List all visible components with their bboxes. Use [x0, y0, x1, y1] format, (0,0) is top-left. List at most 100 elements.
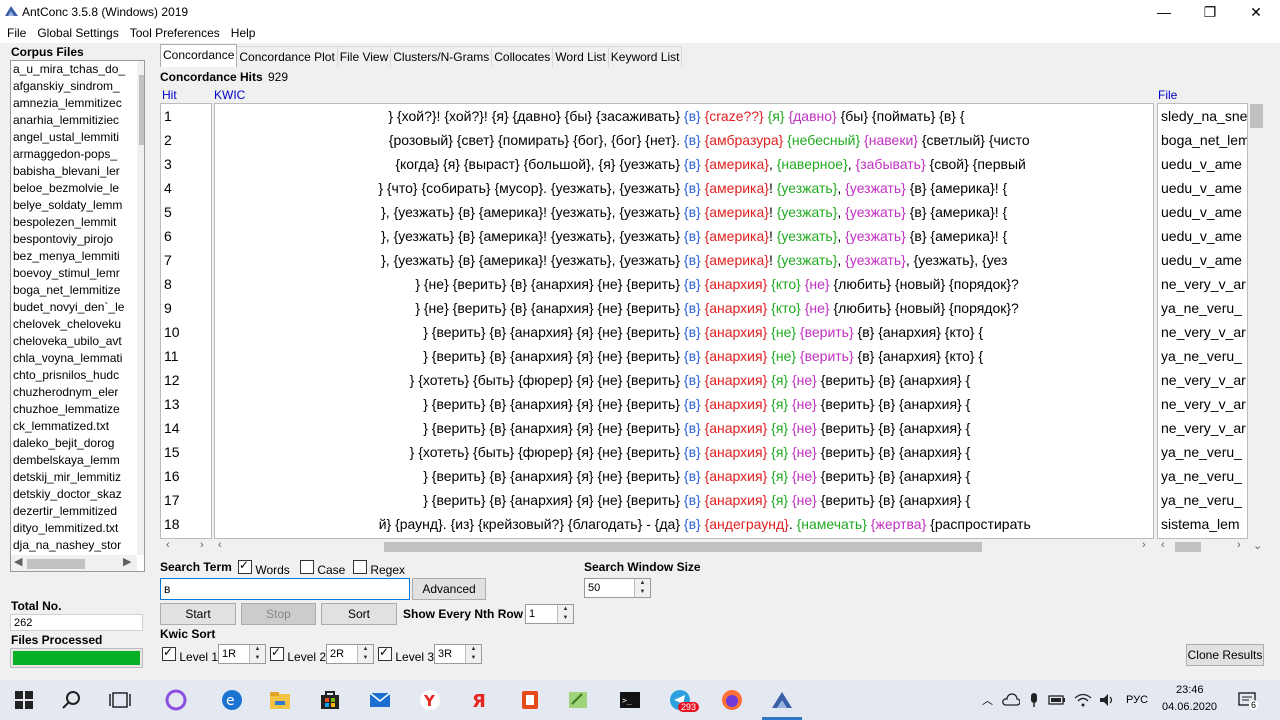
scroll-down-icon[interactable]: ⌄	[1253, 539, 1262, 552]
corpus-file-item[interactable]: bespontoviy_pirojo	[11, 231, 128, 248]
tab-clusters-n-grams[interactable]: Clusters/N-Grams	[390, 46, 493, 67]
scroll-left-icon[interactable]: ◀	[14, 555, 22, 568]
file-column-header[interactable]: File	[1158, 88, 1177, 102]
spinner-arrows-icon[interactable]: ▲ ▼	[249, 645, 265, 663]
nth-row-spinner[interactable]: 1 ▲ ▼	[525, 604, 574, 624]
menu-tool-preferences[interactable]: Tool Preferences	[126, 24, 224, 40]
kwic-line[interactable]: } {верить} {в} {анархия} {я} {не} {верит…	[215, 344, 1153, 368]
close-button[interactable]: ✕	[1233, 0, 1279, 24]
start-button[interactable]: Start	[160, 603, 236, 625]
corpus-file-item[interactable]: bespolezen_lemmit	[11, 214, 128, 231]
level-1-spinner[interactable]: 1R ▲ ▼	[218, 644, 266, 664]
scroll-right-icon[interactable]: ›	[1142, 539, 1146, 551]
tab-file-view[interactable]: File View	[336, 46, 392, 67]
menu-file[interactable]: File	[3, 24, 30, 40]
notepad-plus-icon[interactable]	[566, 688, 590, 712]
hit-column[interactable]: 1 2 3 4 5 6 7 8 9 10 11 12 13 14 15 16 17 18	[160, 103, 212, 539]
sort-button[interactable]: Sort	[321, 603, 397, 625]
corpus-file-item[interactable]: anarhia_lemmitiziec	[11, 112, 128, 129]
corpus-file-item[interactable]: ck_lemmatized.txt	[11, 418, 128, 435]
regex-option[interactable]: Regex	[353, 560, 405, 577]
office-icon[interactable]	[518, 688, 542, 712]
menu-global-settings[interactable]: Global Settings	[33, 24, 122, 40]
kwic-line[interactable]: } {верить} {в} {анархия} {я} {не} {верит…	[215, 392, 1153, 416]
file-hscroll-thumb[interactable]	[1175, 542, 1201, 552]
corpus-file-item[interactable]: dezertir_lemmitized	[11, 503, 128, 520]
tab-keyword-list[interactable]: Keyword List	[607, 46, 683, 67]
microphone-icon[interactable]	[1028, 692, 1040, 708]
tab-collocates[interactable]: Collocates	[491, 46, 554, 67]
corpus-file-item[interactable]: afganskiy_sindrom_	[11, 78, 128, 95]
corpus-file-item[interactable]: babisha_blevani_ler	[11, 163, 128, 180]
corpus-file-item[interactable]: boga_net_lemmitize	[11, 282, 128, 299]
stop-button[interactable]: Stop	[241, 603, 316, 625]
corpus-file-item[interactable]: detskij_mir_lemmitiz	[11, 469, 128, 486]
level-2-spinner[interactable]: 2R ▲ ▼	[326, 644, 374, 664]
mail-icon[interactable]	[368, 688, 392, 712]
kwic-line[interactable]: } {верить} {в} {анархия} {я} {не} {верит…	[215, 320, 1153, 344]
kwic-line[interactable]: {когда} {я} {выраст} {большой}, {я} {уез…	[215, 152, 1153, 176]
corpus-file-item[interactable]: armaggedon-pops_	[11, 146, 128, 163]
scroll-left-icon[interactable]: ‹	[1161, 539, 1165, 551]
corpus-file-item[interactable]: boevoy_stimul_lemr	[11, 265, 128, 282]
regex-checkbox[interactable]	[353, 560, 367, 574]
level-2-option[interactable]: Level 2	[270, 645, 326, 664]
concordance-vscrollbar[interactable]	[1248, 103, 1265, 539]
yandex-icon[interactable]: Я	[468, 688, 492, 712]
corpus-file-item[interactable]: cheloveka_ubilo_avt	[11, 333, 128, 350]
language-indicator[interactable]: РУС	[1126, 694, 1148, 706]
clone-results-button[interactable]: Clone Results	[1186, 644, 1264, 666]
file-column[interactable]: sledy_na_sne boga_net_lem uedu_v_ame uedu_v…	[1157, 103, 1248, 539]
advanced-button[interactable]: Advanced	[412, 578, 486, 600]
words-option[interactable]: Words	[238, 558, 290, 577]
level-3-spinner[interactable]: 3R ▲ ▼	[434, 644, 482, 664]
kwic-line[interactable]: } {не} {верить} {в} {анархия} {не} {вери…	[215, 296, 1153, 320]
terminal-icon[interactable]: >_	[618, 688, 642, 712]
kwic-line[interactable]: {розовый} {свет} {помирать} {бог}, {бог}…	[215, 128, 1153, 152]
clock-date[interactable]: 04.06.2020	[1162, 701, 1217, 713]
kwic-hscrollbar[interactable]: ‹ ›	[214, 539, 1154, 554]
words-checkbox[interactable]	[238, 558, 252, 574]
volume-icon[interactable]	[1098, 692, 1116, 708]
kwic-line[interactable]: } {хотеть} {быть} {фюрер} {я} {не} {вери…	[215, 440, 1153, 464]
corpus-file-list[interactable]: a_u_mira_tchas_do_ afganskiy_sindrom_ amne…	[10, 60, 145, 572]
yandex-browser-icon[interactable]: Y	[418, 688, 442, 712]
kwic-line[interactable]: } {хотеть} {быть} {фюрер} {я} {не} {вери…	[215, 368, 1153, 392]
task-view-icon[interactable]	[108, 688, 132, 712]
tab-word-list[interactable]: Word List	[552, 46, 609, 67]
corpus-file-item[interactable]: beloe_bezmolvie_le	[11, 180, 128, 197]
edge-browser-icon[interactable]: e	[220, 688, 244, 712]
spinner-arrows-icon[interactable]: ▲ ▼	[465, 645, 481, 663]
corpus-file-item[interactable]: dityo_lemmitized.txt	[11, 520, 128, 537]
windows-start-icon[interactable]	[12, 688, 36, 712]
search-window-size-spinner[interactable]: 50 ▲ ▼	[584, 578, 651, 598]
scroll-left-icon[interactable]: ‹	[166, 539, 170, 551]
hit-column-header[interactable]: Hit	[162, 88, 177, 102]
scroll-right-icon[interactable]: ▶	[123, 555, 131, 568]
kwic-line[interactable]: } {верить} {в} {анархия} {я} {не} {верит…	[215, 464, 1153, 488]
file-hscrollbar[interactable]: ‹ › ⌄	[1157, 539, 1265, 554]
corpus-file-item[interactable]: chto_prisnilos_hudc	[11, 367, 128, 384]
case-option[interactable]: Case	[300, 560, 345, 577]
file-list-hscroll-thumb[interactable]	[27, 559, 85, 569]
kwic-line[interactable]: } {что} {собирать} {мусор}. {уезжать}, {…	[215, 176, 1153, 200]
menu-help[interactable]: Help	[227, 24, 260, 40]
kwic-column-header[interactable]: KWIC	[214, 88, 245, 102]
corpus-file-item[interactable]: belye_soldaty_lemm	[11, 197, 128, 214]
corpus-file-item[interactable]: dja_na_nashey_stor	[11, 537, 128, 554]
corpus-file-item[interactable]: chuzhoe_lemmatize	[11, 401, 128, 418]
onedrive-icon[interactable]	[1002, 693, 1020, 707]
firefox-icon[interactable]	[720, 688, 744, 712]
kwic-line[interactable]: } {верить} {в} {анархия} {я} {не} {верит…	[215, 416, 1153, 440]
kwic-column[interactable]: } {хой?}! {хой?}! {я} {давно} {бы} {заса…	[214, 103, 1154, 539]
level-3-checkbox[interactable]	[378, 645, 392, 661]
minimize-button[interactable]: —	[1141, 0, 1187, 24]
store-icon[interactable]	[318, 688, 342, 712]
kwic-line[interactable]: }, {уезжать} {в} {америка}! {уезжать}, {…	[215, 200, 1153, 224]
corpus-file-item[interactable]: daleko_bejit_dorog	[11, 435, 128, 452]
corpus-file-item[interactable]: amnezia_lemmitizec	[11, 95, 128, 112]
restore-button[interactable]: ❐	[1187, 0, 1233, 24]
kwic-hscroll-thumb[interactable]	[384, 542, 982, 552]
corpus-file-item[interactable]: chelovek_cheloveku	[11, 316, 128, 333]
level-1-checkbox[interactable]	[162, 645, 176, 661]
